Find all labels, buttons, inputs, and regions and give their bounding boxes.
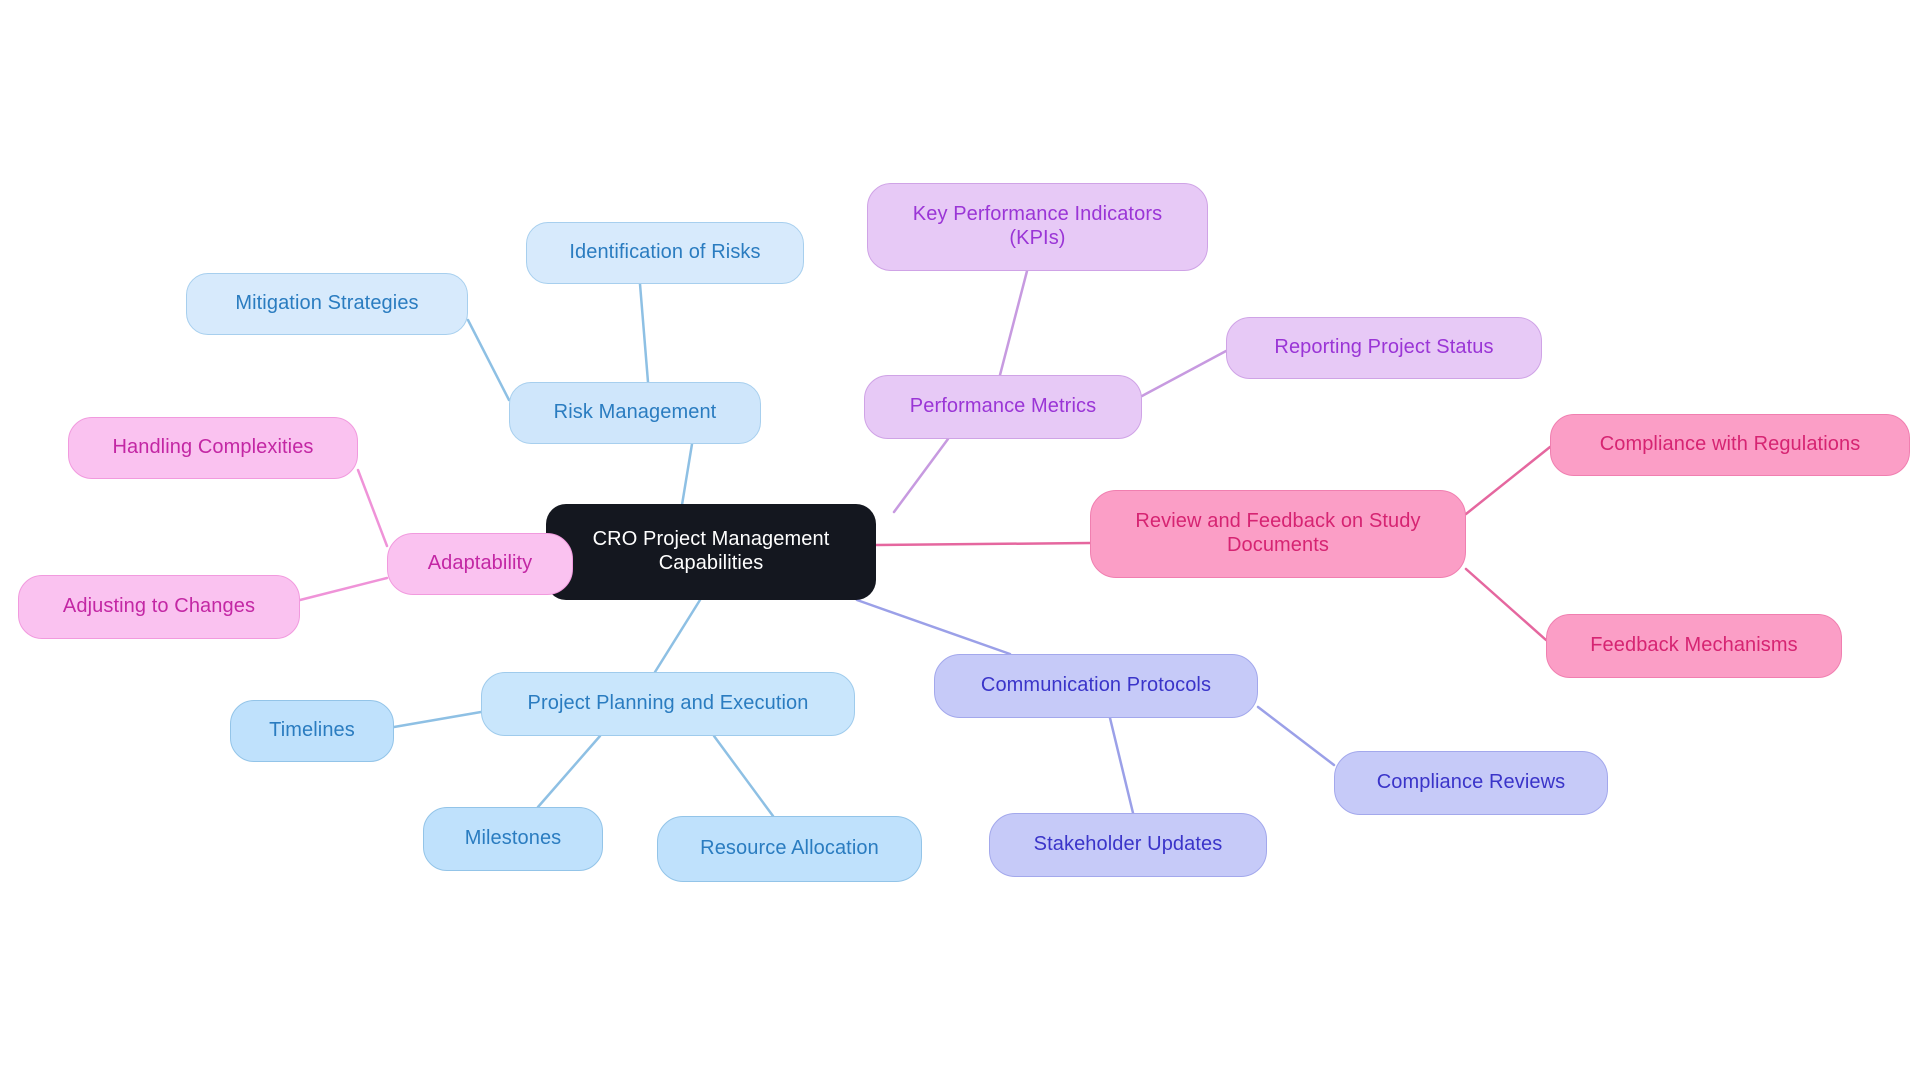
mindmap-node-handling-complexities[interactable]: Handling Complexities xyxy=(68,417,358,479)
edge-project-planning-and-execution-to-timelines xyxy=(392,710,483,729)
mindmap-node-label: Reporting Project Status xyxy=(1274,336,1494,359)
mindmap-canvas: CRO Project Management Capabilities Risk … xyxy=(0,0,1920,1083)
mindmap-node-label: Stakeholder Updates xyxy=(1033,833,1223,856)
edge-review-and-feedback-to-feedback-mechanisms xyxy=(1464,567,1548,642)
mindmap-node-label: Mitigation Strategies xyxy=(235,292,419,315)
mindmap-node-label: Compliance Reviews xyxy=(1376,771,1566,794)
edge-communication-protocols-to-compliance-reviews xyxy=(1256,705,1336,767)
mindmap-node-risk-management[interactable]: Risk Management xyxy=(509,382,761,444)
edge-root-to-communication-protocols xyxy=(855,598,1012,656)
mindmap-node-label: Feedback Mechanisms xyxy=(1590,634,1798,657)
mindmap-node-label: Adjusting to Changes xyxy=(62,595,256,618)
mindmap-node-label: Handling Complexities xyxy=(112,436,314,459)
edge-adaptability-to-handling-complexities xyxy=(356,468,389,548)
mindmap-node-compliance-with-regulations[interactable]: Compliance with Regulations xyxy=(1550,414,1910,476)
mindmap-node-label: Adaptability xyxy=(427,552,533,575)
mindmap-node-label: Performance Metrics xyxy=(909,395,1097,418)
mindmap-node-stakeholder-updates[interactable]: Stakeholder Updates xyxy=(989,813,1267,877)
edge-project-planning-and-execution-to-milestones xyxy=(536,734,602,809)
mindmap-node-label: Identification of Risks xyxy=(569,241,761,264)
edge-root-to-performance-metrics xyxy=(892,437,950,514)
mindmap-node-label: Compliance with Regulations xyxy=(1599,433,1861,456)
mindmap-node-timelines[interactable]: Timelines xyxy=(230,700,394,762)
edge-project-planning-and-execution-to-resource-allocation xyxy=(712,734,775,818)
mindmap-node-label: CRO Project Management Capabilities xyxy=(592,528,830,574)
mindmap-node-key-performance-indicators[interactable]: Key Performance Indicators (KPIs) xyxy=(867,183,1208,271)
mindmap-node-label: Communication Protocols xyxy=(980,674,1212,697)
edge-layer xyxy=(298,269,1552,818)
edge-performance-metrics-to-key-performance-indicators xyxy=(998,269,1029,377)
mindmap-node-reporting-project-status[interactable]: Reporting Project Status xyxy=(1226,317,1542,379)
edge-root-to-project-planning-and-execution xyxy=(653,598,702,674)
mindmap-node-label: Timelines xyxy=(269,719,355,742)
mindmap-node-communication-protocols[interactable]: Communication Protocols xyxy=(934,654,1258,718)
mindmap-node-identification-of-risks[interactable]: Identification of Risks xyxy=(526,222,804,284)
edge-adaptability-to-adjusting-to-changes xyxy=(298,576,389,602)
mindmap-node-milestones[interactable]: Milestones xyxy=(423,807,603,871)
mindmap-node-performance-metrics[interactable]: Performance Metrics xyxy=(864,375,1142,439)
mindmap-node-feedback-mechanisms[interactable]: Feedback Mechanisms xyxy=(1546,614,1842,678)
edge-risk-management-to-mitigation-strategies xyxy=(466,318,511,402)
mindmap-node-label: Resource Allocation xyxy=(700,837,879,860)
mindmap-node-label: Review and Feedback on Study Documents xyxy=(1135,510,1421,556)
mindmap-node-root[interactable]: CRO Project Management Capabilities xyxy=(546,504,876,600)
edge-performance-metrics-to-reporting-project-status xyxy=(1140,349,1228,398)
edge-communication-protocols-to-stakeholder-updates xyxy=(1108,716,1135,815)
mindmap-node-label: Milestones xyxy=(464,827,562,850)
mindmap-node-adjusting-to-changes[interactable]: Adjusting to Changes xyxy=(18,575,300,639)
mindmap-node-mitigation-strategies[interactable]: Mitigation Strategies xyxy=(186,273,468,335)
mindmap-node-label: Project Planning and Execution xyxy=(527,692,809,715)
mindmap-node-project-planning-and-execution[interactable]: Project Planning and Execution xyxy=(481,672,855,736)
edge-risk-management-to-identification-of-risks xyxy=(638,282,650,384)
mindmap-node-compliance-reviews[interactable]: Compliance Reviews xyxy=(1334,751,1608,815)
mindmap-node-adaptability[interactable]: Adaptability xyxy=(387,533,573,595)
edge-root-to-review-and-feedback xyxy=(874,541,1092,547)
mindmap-node-label: Risk Management xyxy=(553,401,717,424)
mindmap-node-label: Key Performance Indicators (KPIs) xyxy=(912,203,1163,249)
mindmap-node-review-and-feedback[interactable]: Review and Feedback on Study Documents xyxy=(1090,490,1466,578)
edge-review-and-feedback-to-compliance-with-regulations xyxy=(1464,445,1552,516)
mindmap-node-resource-allocation[interactable]: Resource Allocation xyxy=(657,816,922,882)
